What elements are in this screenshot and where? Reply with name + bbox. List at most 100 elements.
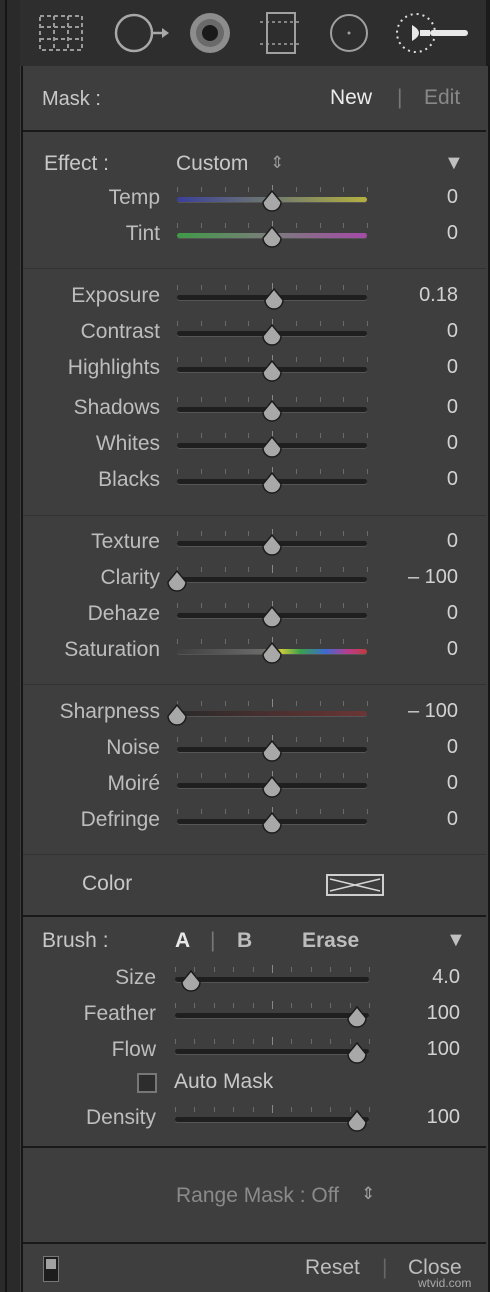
exposure-slider-thumb[interactable] <box>263 287 285 312</box>
highlights-slider[interactable] <box>177 354 368 386</box>
group-separator <box>23 515 486 516</box>
brush-density-value[interactable]: 100 <box>427 1106 460 1129</box>
slider-tick <box>310 1039 312 1044</box>
effect-collapse-icon[interactable]: ▼ <box>444 152 464 175</box>
contrast-value[interactable]: 0 <box>447 320 458 343</box>
adjustment-brush-icon[interactable] <box>390 10 470 56</box>
brush-feather-slider[interactable] <box>175 1000 370 1032</box>
contrast-slider[interactable] <box>177 318 368 350</box>
clarity-value[interactable]: – 100 <box>408 566 458 589</box>
slider-tick <box>295 433 297 438</box>
noise-slider-thumb[interactable] <box>261 739 283 764</box>
noise-value[interactable]: 0 <box>447 736 458 759</box>
brush-collapse-icon[interactable]: ▼ <box>446 929 466 952</box>
whites-slider[interactable] <box>177 430 368 462</box>
mask-separator: | <box>397 86 403 109</box>
slider-tick <box>295 603 297 608</box>
contrast-slider-thumb[interactable] <box>261 323 283 348</box>
shadows-slider-thumb[interactable] <box>261 399 283 424</box>
dehaze-slider[interactable] <box>177 600 368 632</box>
temp-slider-thumb[interactable] <box>261 189 283 214</box>
slider-tick <box>272 699 273 707</box>
tint-slider-thumb[interactable] <box>261 225 283 250</box>
tint-value[interactable]: 0 <box>447 222 458 245</box>
brush-feather-slider-thumb[interactable] <box>346 1005 368 1030</box>
highlights-slider-thumb[interactable] <box>261 359 283 384</box>
spot-removal-icon[interactable] <box>112 10 169 56</box>
texture-slider-thumb[interactable] <box>261 533 283 558</box>
moire-slider[interactable] <box>177 770 368 802</box>
slider-tick <box>310 1003 312 1008</box>
brush-erase-button[interactable]: Erase <box>302 929 359 953</box>
clarity-slider-thumb[interactable] <box>166 569 188 594</box>
slider-tick <box>369 967 370 972</box>
effect-preset-arrows-icon[interactable]: ⇕ <box>270 153 284 173</box>
reset-button[interactable]: Reset <box>305 1256 360 1280</box>
brush-size-value[interactable]: 4.0 <box>432 966 460 989</box>
brush-flow-slider[interactable] <box>175 1036 370 1068</box>
brush-density-track <box>175 1117 369 1122</box>
saturation-slider[interactable] <box>177 636 368 668</box>
temp-slider[interactable] <box>177 184 368 216</box>
slider-tick <box>319 187 321 192</box>
graduated-filter-icon[interactable] <box>256 10 306 56</box>
brush-flow-slider-thumb[interactable] <box>346 1041 368 1066</box>
defringe-slider[interactable] <box>177 806 368 838</box>
exposure-value[interactable]: 0.18 <box>419 284 458 307</box>
moire-value[interactable]: 0 <box>447 772 458 795</box>
temp-value[interactable]: 0 <box>447 186 458 209</box>
sharpness-slider-thumb[interactable] <box>166 703 188 728</box>
brush-b-button[interactable]: B <box>237 929 252 953</box>
whites-slider-thumb[interactable] <box>261 435 283 460</box>
brush-a-button[interactable]: A <box>175 929 190 953</box>
brush-density-slider-thumb[interactable] <box>346 1109 368 1134</box>
panel-toggle-switch-icon[interactable] <box>43 1256 59 1282</box>
saturation-slider-thumb[interactable] <box>261 641 283 666</box>
auto-mask-checkbox[interactable] <box>137 1073 157 1093</box>
mask-new-button[interactable]: New <box>330 86 372 110</box>
brush-size-track <box>175 977 369 982</box>
crop-overlay-icon[interactable] <box>36 10 86 56</box>
tint-slider[interactable] <box>177 220 368 252</box>
dehaze-slider-thumb[interactable] <box>261 605 283 630</box>
slider-tick <box>224 639 226 644</box>
shadows-slider[interactable] <box>177 394 368 426</box>
red-eye-icon[interactable] <box>185 10 235 56</box>
defringe-value[interactable]: 0 <box>447 808 458 831</box>
range-mask-select[interactable]: Range Mask : Off <box>176 1184 339 1208</box>
brush-density-slider[interactable] <box>175 1104 370 1136</box>
radial-filter-icon[interactable] <box>324 10 374 56</box>
slider-tick <box>177 285 178 290</box>
saturation-value[interactable]: 0 <box>447 638 458 661</box>
defringe-slider-thumb[interactable] <box>261 811 283 836</box>
blacks-slider-thumb[interactable] <box>261 471 283 496</box>
slider-tick <box>319 433 321 438</box>
exposure-slider[interactable] <box>177 282 368 314</box>
shadows-value[interactable]: 0 <box>447 396 458 419</box>
clarity-slider[interactable] <box>167 564 368 596</box>
moire-slider-thumb[interactable] <box>261 775 283 800</box>
brush-size-slider-thumb[interactable] <box>180 969 202 994</box>
effect-preset-select[interactable]: Custom <box>176 152 248 176</box>
slider-tick <box>200 223 202 228</box>
noise-slider[interactable] <box>177 734 368 766</box>
sharpness-slider[interactable] <box>167 698 368 730</box>
texture-slider[interactable] <box>177 528 368 560</box>
divider <box>23 1242 486 1244</box>
texture-value[interactable]: 0 <box>447 530 458 553</box>
brush-feather-value[interactable]: 100 <box>427 1002 460 1025</box>
sharpness-value[interactable]: – 100 <box>408 700 458 723</box>
highlights-value[interactable]: 0 <box>447 356 458 379</box>
range-mask-arrows-icon[interactable]: ⇕ <box>361 1184 375 1204</box>
blacks-slider[interactable] <box>177 466 368 498</box>
divider <box>23 915 486 917</box>
whites-value[interactable]: 0 <box>447 432 458 455</box>
brush-flow-value[interactable]: 100 <box>427 1038 460 1061</box>
slider-tick <box>200 397 202 402</box>
slider-tick <box>343 397 345 402</box>
dehaze-value[interactable]: 0 <box>447 602 458 625</box>
brush-size-slider[interactable] <box>175 964 370 996</box>
blacks-value[interactable]: 0 <box>447 468 458 491</box>
color-swatch[interactable] <box>326 874 384 896</box>
mask-edit-button[interactable]: Edit <box>424 86 460 110</box>
